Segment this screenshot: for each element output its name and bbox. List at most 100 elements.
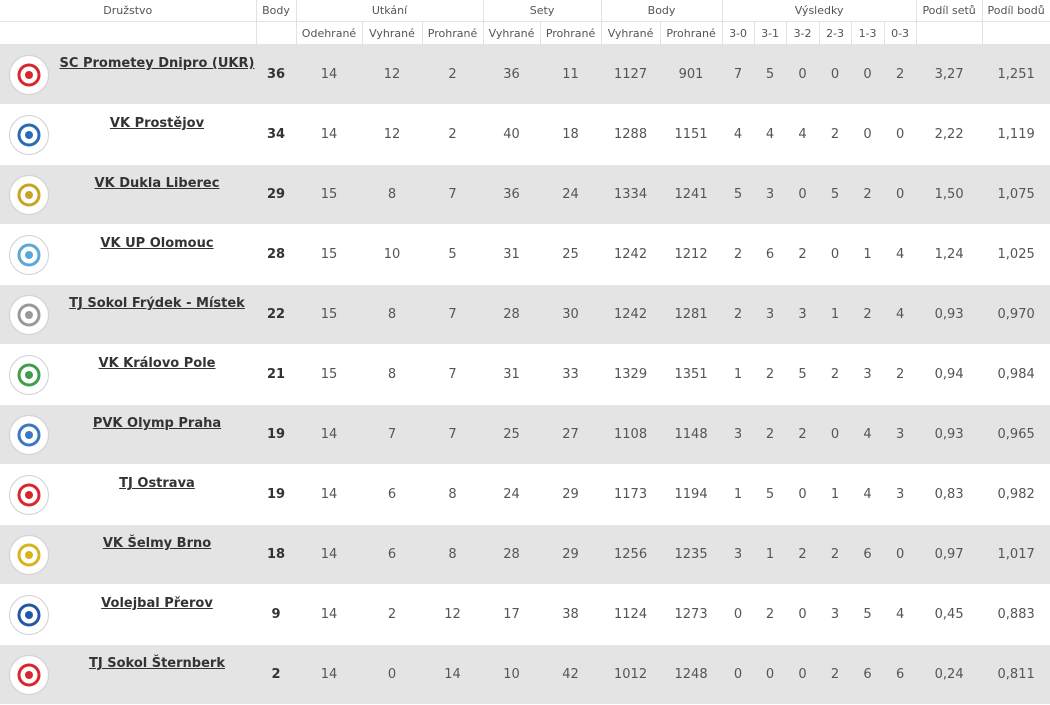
cell-ballpoints-lost: 1151 (660, 104, 723, 165)
cell-result-3-0: 1 (722, 344, 755, 405)
frydek-logo[interactable] (9, 294, 49, 335)
header-r23[interactable]: 2-3 (819, 21, 852, 45)
table-row: Volejbal Přerov 9 14 2 12 17 38 1124 1273 0 2 0 3 5 4 0… (0, 584, 1050, 645)
header-point-ratio[interactable]: Podíl bodů (982, 0, 1050, 22)
team-name-link[interactable]: TJ Sokol Šternberk (89, 656, 225, 671)
cell-ballpoints-won: 1242 (601, 284, 661, 345)
cell-played: 14 (296, 524, 362, 585)
prostejov-logo[interactable] (9, 114, 49, 155)
team-name-link[interactable]: PVK Olymp Praha (93, 416, 221, 431)
cell-won: 8 (362, 164, 422, 225)
team-name-link[interactable]: VK Dukla Liberec (95, 176, 220, 191)
team-name-link[interactable]: VK Královo Pole (99, 356, 216, 371)
dukla-logo[interactable] (9, 174, 49, 215)
cell-won: 12 (362, 44, 422, 105)
team-name-link[interactable]: Volejbal Přerov (101, 596, 213, 611)
team-name-link[interactable]: VK Prostějov (110, 116, 204, 131)
header-sets-lost[interactable]: Prohrané (540, 21, 602, 45)
cell-ballpoints-lost: 1235 (660, 524, 723, 585)
team-logo-cell (0, 344, 58, 405)
team-name-cell: TJ Sokol Šternberk (58, 644, 256, 705)
cell-sets-won: 25 (483, 404, 541, 465)
cell-result-3-1: 3 (754, 284, 787, 345)
team-points: 2 (256, 644, 296, 705)
prometey-logo[interactable] (9, 54, 49, 95)
cell-point-ratio: 0,984 (982, 344, 1050, 405)
standings-body: SC Prometey Dnipro (UKR) 36 14 12 2 36 11 1127 9… (0, 44, 1050, 705)
cell-result-1-3: 4 (851, 404, 885, 465)
cell-result-3-2: 2 (786, 224, 820, 285)
team-points: 19 (256, 404, 296, 465)
table-row: VK Prostějov 34 14 12 2 40 18 1288 1151 4 4 4 2 0 0 2,2… (0, 104, 1050, 165)
cell-set-ratio: 3,27 (916, 44, 983, 105)
header-r31[interactable]: 3-1 (754, 21, 787, 45)
prerov-logo[interactable] (9, 594, 49, 635)
header-won[interactable]: Vyhrané (362, 21, 423, 45)
team-name-cell: TJ Ostrava (58, 464, 256, 525)
header-r13[interactable]: 1-3 (851, 21, 885, 45)
header-r03[interactable]: 0-3 (884, 21, 917, 45)
header-sets-won[interactable]: Vyhrané (483, 21, 541, 45)
cell-result-1-3: 6 (851, 524, 885, 585)
cell-ballpoints-lost: 1148 (660, 404, 723, 465)
team-name-link[interactable]: VK Šelmy Brno (103, 536, 211, 551)
header-results: Výsledky (722, 0, 917, 22)
cell-result-3-2: 2 (786, 404, 820, 465)
header-r32[interactable]: 3-2 (786, 21, 820, 45)
cell-result-1-3: 4 (851, 464, 885, 525)
cell-played: 14 (296, 404, 362, 465)
cell-lost: 8 (422, 524, 484, 585)
header-bp-won[interactable]: Vyhrané (601, 21, 661, 45)
cell-played: 14 (296, 584, 362, 645)
olymp-logo[interactable] (9, 414, 49, 455)
cell-set-ratio: 0,94 (916, 344, 983, 405)
cell-won: 8 (362, 284, 422, 345)
team-logo-icon (17, 63, 41, 86)
header-points[interactable]: Body (256, 0, 297, 22)
kralovo-pole-logo[interactable] (9, 354, 49, 395)
cell-sets-lost: 29 (540, 524, 602, 585)
cell-result-3-0: 3 (722, 524, 755, 585)
cell-result-0-3: 2 (884, 344, 917, 405)
sternberk-logo[interactable] (9, 654, 49, 695)
team-logo-cell (0, 524, 58, 585)
cell-result-3-0: 2 (722, 224, 755, 285)
team-name-link[interactable]: TJ Ostrava (119, 476, 195, 491)
header-played[interactable]: Odehrané (296, 21, 363, 45)
cell-ballpoints-lost: 1273 (660, 584, 723, 645)
cell-sets-lost: 11 (540, 44, 602, 105)
cell-point-ratio: 1,251 (982, 44, 1050, 105)
olomouc-logo[interactable] (9, 234, 49, 275)
cell-result-3-2: 0 (786, 584, 820, 645)
header-bp-lost[interactable]: Prohrané (660, 21, 723, 45)
cell-ballpoints-lost: 901 (660, 44, 723, 105)
team-name-link[interactable]: VK UP Olomouc (100, 236, 213, 251)
team-name-link[interactable]: TJ Sokol Frýdek - Místek (69, 296, 245, 311)
cell-result-0-3: 0 (884, 104, 917, 165)
cell-sets-lost: 30 (540, 284, 602, 345)
cell-result-2-3: 3 (819, 584, 852, 645)
selmy-logo[interactable] (9, 534, 49, 575)
team-name-link[interactable]: SC Prometey Dnipro (UKR) (60, 56, 255, 71)
ostrava-logo[interactable] (9, 474, 49, 515)
cell-result-3-0: 2 (722, 284, 755, 345)
team-logo-icon (17, 543, 41, 566)
team-logo-cell (0, 224, 58, 285)
cell-sets-won: 28 (483, 284, 541, 345)
cell-lost: 14 (422, 644, 484, 705)
header-r30[interactable]: 3-0 (722, 21, 755, 45)
header-set-ratio[interactable]: Podíl setů (916, 0, 983, 22)
header-team[interactable]: Družstvo (0, 0, 257, 22)
cell-result-1-3: 2 (851, 164, 885, 225)
team-logo-icon (17, 123, 41, 146)
header-lost[interactable]: Prohrané (422, 21, 484, 45)
cell-ballpoints-won: 1012 (601, 644, 661, 705)
team-points: 21 (256, 344, 296, 405)
header-set-ratio-sub (916, 21, 983, 45)
cell-result-3-0: 0 (722, 584, 755, 645)
cell-sets-won: 36 (483, 164, 541, 225)
standings-table: Družstvo Body Utkání Sety Body Výsledky … (0, 0, 1050, 705)
cell-result-1-3: 1 (851, 224, 885, 285)
cell-played: 15 (296, 224, 362, 285)
team-logo-cell (0, 164, 58, 225)
